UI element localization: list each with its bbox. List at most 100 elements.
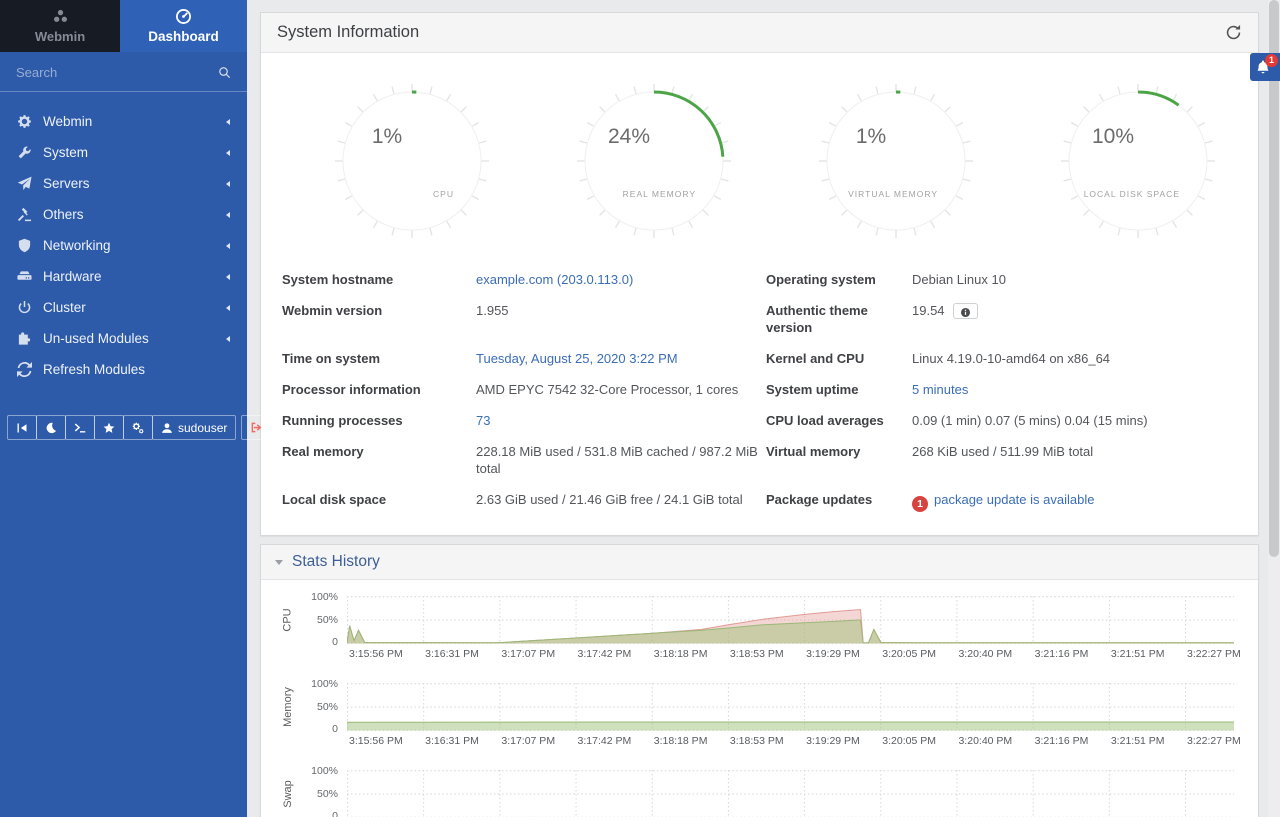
sidebar-item-webmin[interactable]: Webmin xyxy=(0,106,247,137)
tab-dashboard[interactable]: Dashboard xyxy=(120,0,247,52)
main-content: System Information 1%CPU24%REAL MEMORY1%… xyxy=(247,0,1280,817)
info-label: Processor information xyxy=(282,374,476,405)
svg-text:1%: 1% xyxy=(856,125,886,148)
info-label: Time on system xyxy=(282,343,476,374)
stats-chart-memory: Memory100%50%03:15:56 PM3:16:31 PM3:17:0… xyxy=(273,683,1234,749)
puzzle-icon xyxy=(17,331,32,346)
sidebar-item-hardware[interactable]: Hardware xyxy=(0,261,247,292)
info-value: 1 package update is available xyxy=(912,484,1238,519)
theme-settings-button[interactable] xyxy=(123,415,153,440)
sidebar-item-servers[interactable]: Servers xyxy=(0,168,247,199)
wrench-icon xyxy=(17,145,32,160)
chart-axis-title: Memory xyxy=(273,683,303,731)
collapse-sidebar-button[interactable] xyxy=(7,415,37,440)
chart-y-ticks: 100%50%0 xyxy=(303,683,347,731)
search-icon[interactable] xyxy=(218,66,231,79)
chart-plot-area xyxy=(347,770,1234,817)
info-label: Virtual memory xyxy=(766,436,912,484)
collapse-caret-icon xyxy=(275,560,283,565)
info-value: Linux 4.19.0-10-amd64 on x86_64 xyxy=(912,343,1238,374)
sidebar-item-label: Un-used Modules xyxy=(43,331,149,346)
chevron-left-icon xyxy=(226,336,230,342)
sidebar-menu: Webmin System Servers Others Networking Hardw… xyxy=(0,92,247,385)
sidebar-toolbar: sudouser xyxy=(8,415,247,440)
chart-x-labels: 3:15:56 PM3:16:31 PM3:17:07 PM3:17:42 PM… xyxy=(347,644,1234,662)
system-information-header: System Information xyxy=(261,13,1258,53)
sidebar-item-system[interactable]: System xyxy=(0,137,247,168)
stats-chart-cpu: CPU100%50%03:15:56 PM3:16:31 PM3:17:07 P… xyxy=(273,596,1234,662)
svg-text:CPU: CPU xyxy=(433,189,454,199)
stats-history-panel: Stats History CPU100%50%03:15:56 PM3:16:… xyxy=(260,544,1259,817)
info-value: 73 xyxy=(476,405,766,436)
gauge-virtual-memory: 1%VIRTUAL MEMORY xyxy=(811,76,981,246)
info-value-link[interactable]: Tuesday, August 25, 2020 3:22 PM xyxy=(476,351,678,366)
gavel-icon xyxy=(17,207,32,222)
sidebar-item-label: Refresh Modules xyxy=(43,362,145,377)
collapse-icon xyxy=(16,422,28,434)
chart-axis-title: CPU xyxy=(273,596,303,644)
info-value-link[interactable]: 73 xyxy=(476,413,490,428)
night-mode-button[interactable] xyxy=(36,415,66,440)
info-label: System hostname xyxy=(282,264,476,295)
info-label: CPU load averages xyxy=(766,405,912,436)
sidebar-item-label: Cluster xyxy=(43,300,86,315)
info-label: Package updates xyxy=(766,484,912,519)
gauges-row: 1%CPU24%REAL MEMORY1%VIRTUAL MEMORY10%LO… xyxy=(261,53,1258,246)
info-label: System uptime xyxy=(766,374,912,405)
package-update-link[interactable]: package update is available xyxy=(934,492,1094,507)
info-value: Debian Linux 10 xyxy=(912,264,1238,295)
notification-count-badge: 1 xyxy=(1265,54,1278,67)
notifications-tab[interactable]: 1 xyxy=(1250,53,1280,81)
sidebar-item-label: System xyxy=(43,145,88,160)
refresh-icon[interactable] xyxy=(1225,24,1242,41)
search-input[interactable] xyxy=(16,65,218,80)
info-label: Kernel and CPU xyxy=(766,343,912,374)
sidebar-item-others[interactable]: Others xyxy=(0,199,247,230)
power-icon xyxy=(17,300,32,315)
system-information-panel: System Information 1%CPU24%REAL MEMORY1%… xyxy=(260,12,1259,536)
chevron-left-icon xyxy=(226,181,230,187)
info-value: 228.18 MiB used / 531.8 MiB cached / 987… xyxy=(476,436,766,484)
chevron-left-icon xyxy=(226,305,230,311)
sidebar-item-refresh-modules[interactable]: Refresh Modules xyxy=(0,354,247,385)
theme-info-button[interactable] xyxy=(953,303,978,319)
info-label: Webmin version xyxy=(282,295,476,343)
terminal-button[interactable] xyxy=(65,415,95,440)
moon-icon xyxy=(45,422,57,434)
info-value: 1.955 xyxy=(476,295,766,343)
star-icon xyxy=(103,422,115,434)
package-updates-badge: 1 xyxy=(912,496,928,512)
gauge-cpu: 1%CPU xyxy=(327,76,497,246)
tab-webmin[interactable]: Webmin xyxy=(0,0,120,52)
chevron-left-icon xyxy=(226,119,230,125)
scrollbar-thumb[interactable] xyxy=(1269,0,1279,557)
info-value-link[interactable]: 5 minutes xyxy=(912,382,968,397)
sidebar: Webmin Dashboard Webmin System Servers Othe… xyxy=(0,0,247,817)
user-button[interactable]: sudouser xyxy=(152,415,236,440)
chevron-left-icon xyxy=(226,243,230,249)
info-value: 5 minutes xyxy=(912,374,1238,405)
stats-history-header[interactable]: Stats History xyxy=(261,545,1258,580)
chart-plot-area xyxy=(347,596,1234,644)
sidebar-item-label: Hardware xyxy=(43,269,102,284)
favorites-button[interactable] xyxy=(94,415,124,440)
info-label: Running processes xyxy=(282,405,476,436)
webmin-logo-icon xyxy=(52,8,69,25)
info-value: Tuesday, August 25, 2020 3:22 PM xyxy=(476,343,766,374)
sidebar-item-label: Networking xyxy=(43,238,111,253)
dashboard-gauge-icon xyxy=(175,8,192,25)
sidebar-item-cluster[interactable]: Cluster xyxy=(0,292,247,323)
info-label: Local disk space xyxy=(282,484,476,519)
sidebar-item-networking[interactable]: Networking xyxy=(0,230,247,261)
sidebar-item-unused-modules[interactable]: Un-used Modules xyxy=(0,323,247,354)
logout-button[interactable] xyxy=(241,415,272,440)
info-value-link[interactable]: example.com (203.0.113.0) xyxy=(476,272,633,287)
tab-webmin-label: Webmin xyxy=(35,29,85,44)
chevron-left-icon xyxy=(226,150,230,156)
info-label: Authentic theme version xyxy=(766,295,912,343)
info-value: AMD EPYC 7542 32-Core Processor, 1 cores xyxy=(476,374,766,405)
sidebar-item-label: Others xyxy=(43,207,84,222)
info-value: example.com (203.0.113.0) xyxy=(476,264,766,295)
svg-text:LOCAL DISK SPACE: LOCAL DISK SPACE xyxy=(1084,189,1180,199)
info-value: 268 KiB used / 511.99 MiB total xyxy=(912,436,1238,484)
